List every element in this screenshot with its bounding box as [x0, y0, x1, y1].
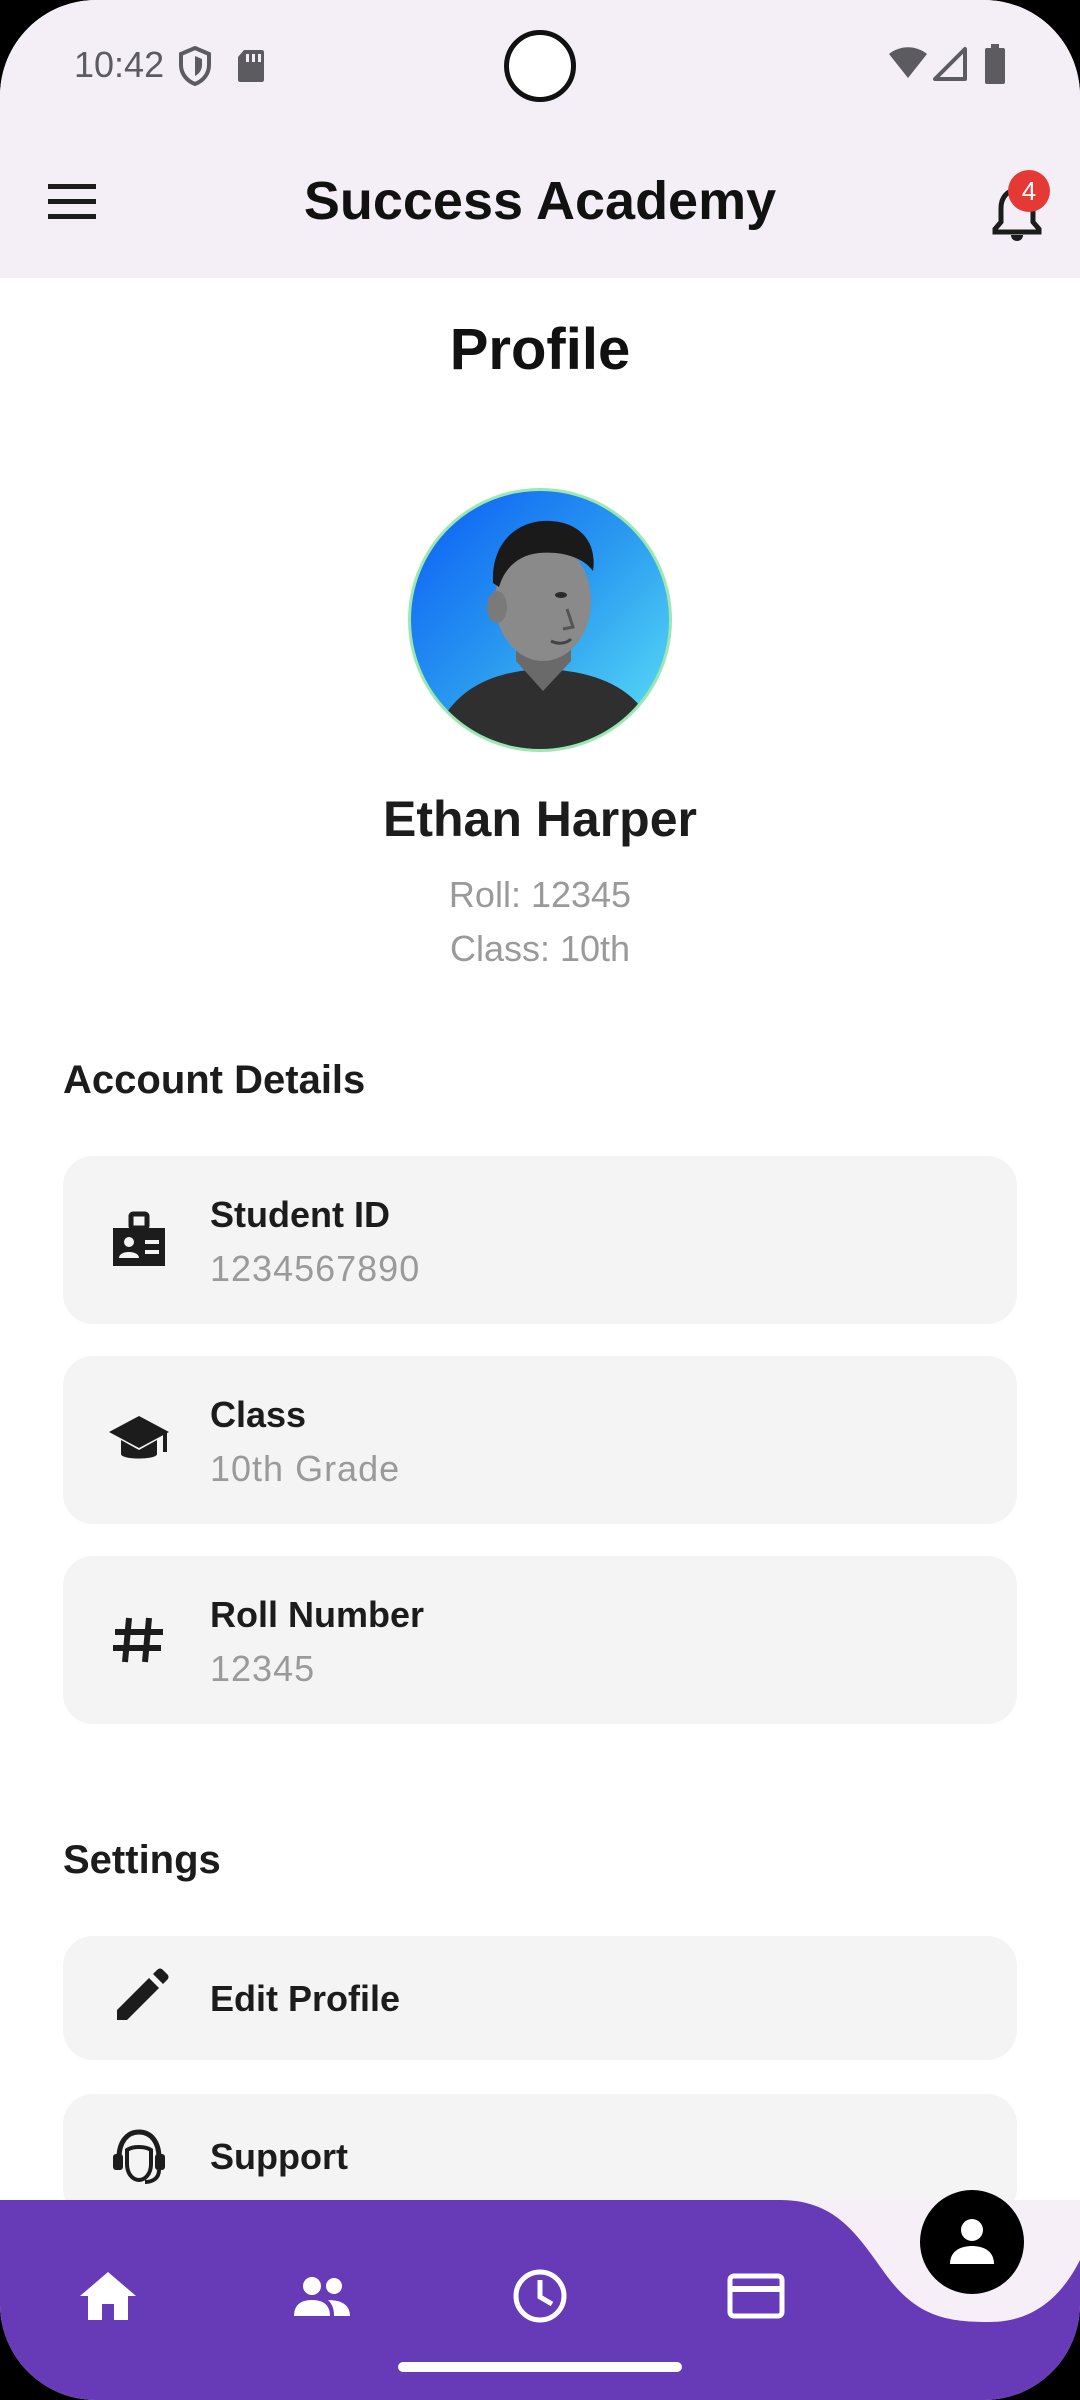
card-icon[interactable] [724, 2264, 788, 2328]
app-bar: Success Academy 4 [0, 130, 1080, 278]
pencil-icon [117, 1968, 169, 2020]
class-label: Class [210, 1394, 307, 1435]
student-id-label: Student ID [210, 1194, 390, 1235]
battery-icon [985, 44, 1005, 84]
class-card: Class 10th Grade [63, 1356, 1017, 1524]
camera-cutout [504, 30, 576, 102]
edit-profile-label: Edit Profile [210, 1978, 401, 2019]
phone-screen: 10:42 Success Academy 4 Profile Ethan Ha… [0, 0, 1080, 2400]
support-agent-icon [113, 2129, 165, 2184]
hashtag-icon [113, 1617, 163, 1663]
home-icon[interactable] [76, 2264, 140, 2328]
roll-number-value: 12345 [210, 1648, 316, 1689]
badge-icon [113, 1211, 165, 1266]
edit-profile-button[interactable]: Edit Profile [63, 1936, 1017, 2060]
clock-icon[interactable] [508, 2264, 572, 2328]
avatar [408, 488, 672, 752]
notifications-button[interactable]: 4 [986, 170, 1056, 250]
student-id-card: Student ID 1234567890 [63, 1156, 1017, 1324]
people-icon[interactable] [290, 2264, 354, 2328]
profile-fab-button[interactable] [920, 2190, 1024, 2294]
roll-number-label: Roll Number [210, 1594, 425, 1635]
notification-badge: 4 [1008, 170, 1050, 212]
app-title: Success Academy [303, 171, 777, 231]
home-indicator[interactable] [398, 2362, 682, 2372]
account-details-heading: Account Details [63, 1058, 366, 1102]
status-time: 10:42 [74, 44, 165, 85]
profile-name: Ethan Harper [383, 791, 697, 847]
class-value: 10th Grade [210, 1448, 401, 1489]
roll-number-card: Roll Number 12345 [63, 1556, 1017, 1724]
settings-heading: Settings [63, 1838, 221, 1882]
signal-icon [933, 47, 967, 81]
student-id-value: 1234567890 [210, 1248, 421, 1289]
profile-roll: Roll: 12345 [448, 874, 632, 915]
sd-card-icon [238, 50, 264, 82]
avatar-photo [432, 520, 660, 749]
support-label: Support [210, 2136, 348, 2177]
page-title: Profile [449, 317, 631, 382]
profile-class: Class: 10th [449, 928, 631, 969]
wifi-icon [889, 47, 927, 78]
person-icon [950, 2219, 994, 2264]
graduation-cap-icon [109, 1416, 169, 1459]
shield-icon [179, 46, 211, 86]
status-bar: 10:42 [0, 0, 1080, 130]
